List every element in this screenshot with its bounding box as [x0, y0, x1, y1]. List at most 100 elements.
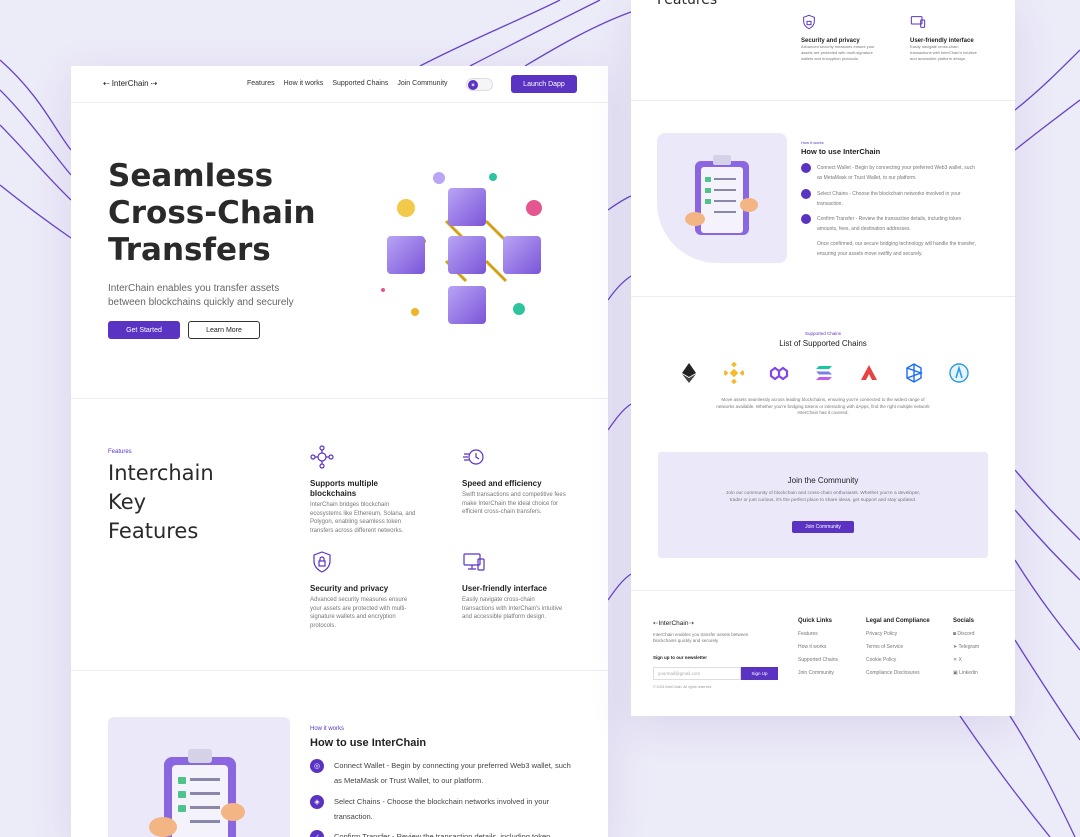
feature-desc: Easily navigate cross-chain transactions… — [462, 597, 563, 620]
feature-card-speed: Speed and efficiency Swift transactions … — [462, 445, 567, 517]
social-label: Discord — [957, 631, 975, 637]
feature-title: Speed and efficiency — [462, 479, 542, 488]
footer-link[interactable]: Terms of Service — [866, 644, 930, 650]
feature-card-security: Security and privacy Advanced security m… — [310, 550, 420, 630]
socials-title: Socials — [953, 618, 975, 624]
features-heading: Interchain Key Features — [108, 459, 214, 546]
launch-dapp-button[interactable]: Launch Dapp — [511, 75, 577, 93]
how-heading: How to use InterChain — [801, 147, 881, 156]
chains-heading: List of Supported Chains — [779, 339, 867, 348]
social-label: X — [958, 657, 962, 663]
learn-more-button[interactable]: Learn More — [188, 321, 260, 339]
landing-page-continued: Features Security and privacy Advanced s… — [631, 0, 1015, 716]
community-heading: Join the Community — [787, 476, 859, 485]
social-label: Linkedin — [959, 670, 978, 676]
fantom-logo-icon — [906, 363, 924, 383]
brand-name: InterChain — [111, 79, 149, 88]
feature-desc: InterChain bridges blockchain ecosystems… — [310, 502, 416, 534]
features-heading-line3: Features — [108, 519, 199, 543]
step-text: Select Chains - Choose the blockchain ne… — [334, 797, 550, 821]
social-x[interactable]: ✕ X — [953, 657, 979, 663]
how-eyebrow: How it works — [310, 726, 345, 732]
feature-title: Security and privacy — [310, 584, 389, 593]
get-started-button[interactable]: Get Started — [108, 321, 180, 339]
avalanche-logo-icon — [861, 365, 877, 380]
check-icon — [801, 214, 811, 224]
hero-divider — [71, 398, 608, 399]
shield-lock-icon — [803, 14, 815, 30]
ethereum-logo-icon — [682, 363, 696, 383]
step-select-chains-small: Select Chains - Choose the blockchain ne… — [801, 189, 981, 209]
solana-logo-icon — [816, 366, 832, 380]
newsletter-signup-button[interactable]: Sign Up — [741, 667, 778, 680]
theme-toggle[interactable]: ✶ — [466, 78, 493, 91]
feature-title: Supports multiple blockchains — [310, 479, 378, 498]
nav-how-it-works[interactable]: How it works — [284, 80, 324, 87]
chain-logos — [679, 362, 969, 384]
social-label: Telegram — [958, 644, 980, 650]
features-heading-line2: Key — [108, 490, 147, 514]
blockchain-cubes-illustration — [381, 172, 542, 324]
section-divider — [631, 296, 1015, 297]
hero-title-line1: Seamless — [108, 158, 274, 194]
feature-card-multichain: Supports multiple blockchains InterChain… — [310, 445, 420, 535]
discord-icon: ◙ — [953, 631, 957, 637]
section-divider — [631, 100, 1015, 101]
footer-link[interactable]: How it works — [798, 644, 838, 650]
devices-icon — [463, 553, 485, 571]
footer-link[interactable]: Supported Chains — [798, 657, 838, 663]
social-discord[interactable]: ◙ Discord — [953, 631, 979, 637]
features-eyebrow: Features — [108, 449, 132, 455]
step-text: Connect Wallet - Begin by connecting you… — [817, 165, 975, 181]
clipboard-icon — [685, 155, 758, 235]
newsletter-email-input[interactable]: yourmail@gmail.com — [653, 667, 741, 680]
hero-title-line2: Cross-Chain — [108, 195, 316, 231]
brand-name: InterChain — [658, 620, 689, 627]
hero-subtitle: InterChain enables you transfer assets b… — [108, 282, 294, 310]
bnb-logo-icon — [724, 362, 744, 384]
footer-link[interactable]: Compliance Disclosures — [866, 670, 930, 676]
polygon-logo-icon — [769, 366, 789, 381]
sun-icon: ✶ — [468, 80, 478, 90]
footer-link[interactable]: Join Community — [798, 670, 838, 676]
chain-icon — [801, 189, 811, 199]
newsletter-label: Sign up to our newsletter — [653, 655, 708, 660]
step-text: Confirm Transfer - Review the transactio… — [334, 832, 551, 837]
footer-link[interactable]: Cookie Policy — [866, 657, 930, 663]
hero-subtitle-line1: InterChain enables you transfer assets — [108, 283, 280, 294]
email-placeholder: yourmail@gmail.com — [658, 671, 701, 676]
chains-description: Move assets seamlessly across leading bl… — [716, 397, 930, 415]
feature-desc: Advanced security measures ensure your a… — [310, 597, 408, 629]
social-linkedin[interactable]: ▣ Linkedin — [953, 670, 979, 676]
logo-arrow-icon: ⇠ — [103, 79, 110, 88]
nav-join-community[interactable]: Join Community — [397, 80, 447, 87]
footer-brand[interactable]: ⇠InterChain⇢ — [653, 619, 694, 627]
community-description: Join our community of blockchain and cro… — [725, 491, 921, 503]
legal-title: Legal and Compliance — [866, 618, 930, 624]
copyright-text: © 2024 InterChain. All rights reserved. — [653, 685, 713, 689]
brand-logo[interactable]: ⇠ InterChain ⇢ — [103, 79, 157, 88]
quick-links-title: Quick Links — [798, 618, 833, 624]
nav-supported-chains[interactable]: Supported Chains — [332, 80, 388, 87]
footer-socials: Socials ◙ Discord ➤ Telegram ✕ X ▣ Linke… — [953, 618, 979, 676]
x-icon: ✕ — [953, 657, 958, 663]
join-community-button[interactable]: Join Community — [792, 521, 854, 533]
features-heading-line1: Interchain — [108, 461, 214, 485]
footer-tagline: InterChain enables you transfer assets b… — [653, 632, 749, 643]
hero-title: Seamless Cross-Chain Transfers — [108, 158, 316, 269]
how-heading: How to use InterChain — [310, 737, 427, 749]
clipboard-illustration-small — [657, 133, 787, 263]
step-text: Select Chains - Choose the blockchain ne… — [817, 191, 961, 207]
feature-card-security-small: Security and privacy Advanced security m… — [801, 14, 881, 62]
wallet-icon: ◎ — [310, 759, 324, 773]
footer-link[interactable]: Features — [798, 631, 838, 637]
arbitrum-logo-icon — [949, 363, 969, 383]
feature-card-ui: User-friendly interface Easily navigate … — [462, 550, 567, 622]
feature-desc: Advanced security measures ensure your a… — [801, 44, 875, 61]
step-select-chains: ◈ Select Chains - Choose the blockchain … — [310, 794, 580, 824]
social-telegram[interactable]: ➤ Telegram — [953, 644, 979, 650]
nav-features[interactable]: Features — [247, 80, 275, 87]
footer-quick-links: Quick Links Features How it works Suppor… — [798, 618, 838, 676]
footer-link[interactable]: Privacy Policy — [866, 631, 930, 637]
logo-arrow-right-icon: ⇢ — [150, 79, 158, 88]
